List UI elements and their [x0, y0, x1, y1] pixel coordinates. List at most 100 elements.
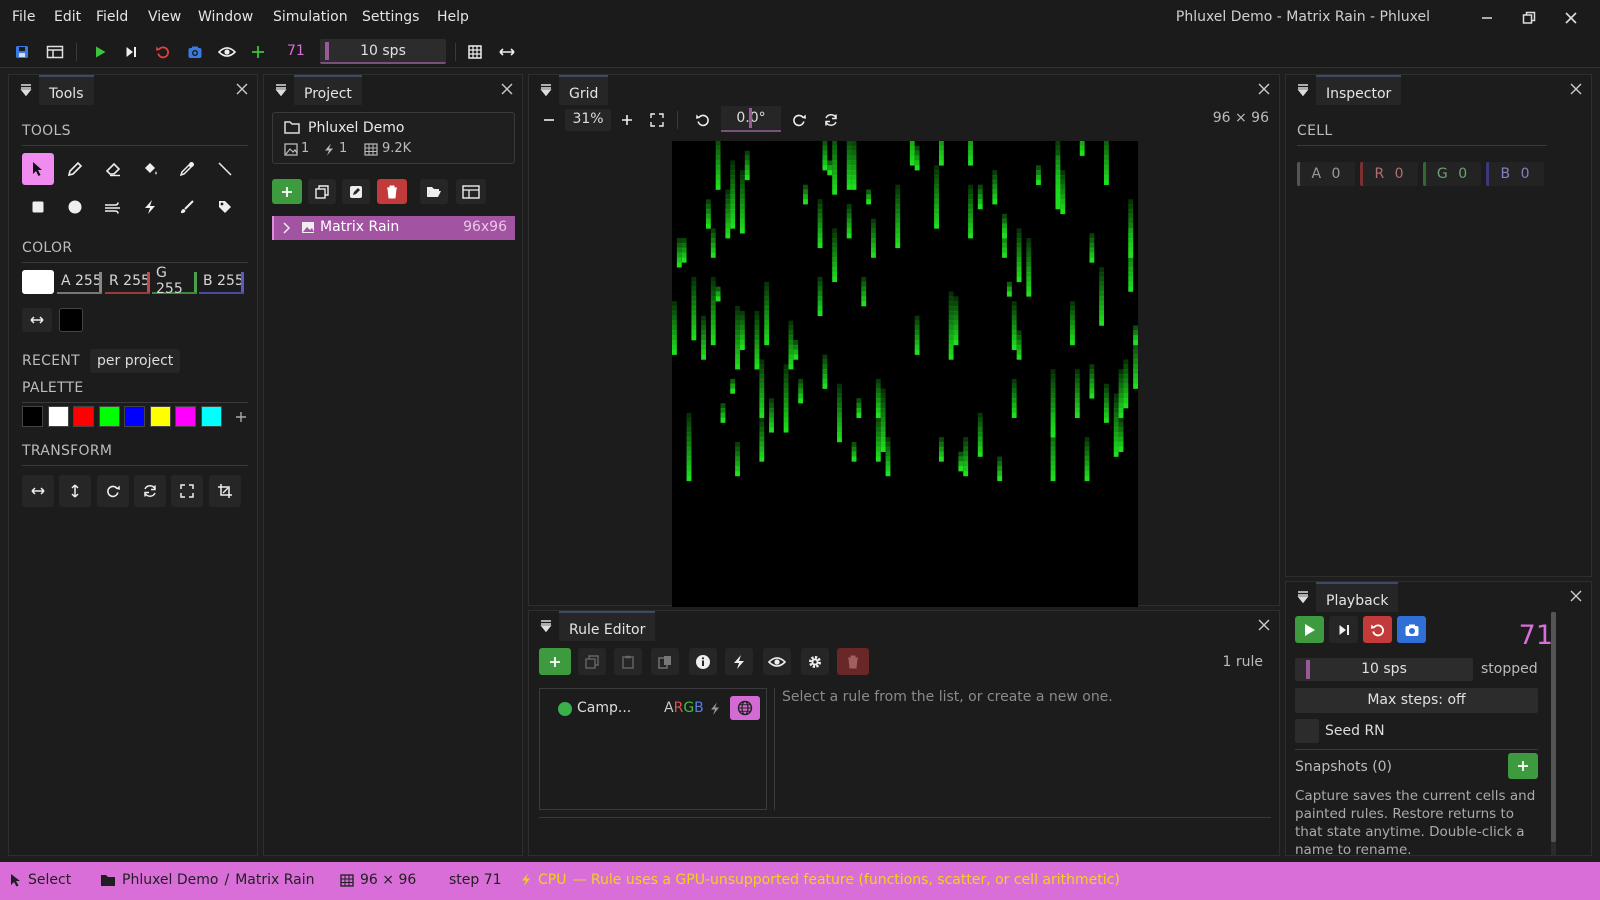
red-channel-field[interactable]: R 255: [105, 270, 150, 294]
add-snapshot-button[interactable]: [1508, 753, 1538, 779]
tag-tool[interactable]: [209, 191, 241, 223]
tab-inspector[interactable]: Inspector: [1316, 75, 1402, 105]
menu-window[interactable]: Window: [198, 9, 253, 25]
rotation-slider-handle[interactable]: [749, 108, 752, 128]
palette-swatch[interactable]: [149, 406, 171, 427]
tab-playback[interactable]: Playback: [1316, 582, 1399, 612]
playback-step-button[interactable]: [1329, 616, 1358, 643]
panel-menu-icon[interactable]: [539, 83, 553, 97]
alpha-channel-field[interactable]: A 255: [57, 270, 102, 294]
panel-menu-icon[interactable]: [274, 83, 288, 97]
zoom-out-button[interactable]: [537, 108, 561, 132]
project-card[interactable]: Phluxel Demo 1 1 9.2K: [272, 112, 515, 164]
tab-tools[interactable]: Tools: [39, 75, 94, 105]
close-icon[interactable]: [1257, 82, 1271, 96]
rectangle-tool[interactable]: [22, 191, 54, 223]
ellipse-tool[interactable]: [59, 191, 91, 223]
max-steps-field[interactable]: Max steps: off: [1295, 688, 1538, 713]
open-field-button[interactable]: [420, 179, 448, 204]
paste-rule-button[interactable]: [651, 648, 679, 675]
close-icon[interactable]: [235, 82, 249, 96]
close-icon[interactable]: [500, 82, 514, 96]
palette-swatch[interactable]: [175, 406, 196, 427]
rotate-cw-button[interactable]: [97, 475, 129, 507]
rule-preview-button[interactable]: [763, 648, 791, 675]
duplicate-rule-button[interactable]: [578, 648, 606, 675]
tab-rule-editor[interactable]: Rule Editor: [559, 611, 656, 641]
rule-paint-tool[interactable]: [134, 191, 166, 223]
save-as-button[interactable]: [43, 40, 67, 64]
playback-scrollbar[interactable]: [1551, 612, 1556, 855]
eraser-tool[interactable]: [97, 153, 129, 185]
delete-field-button[interactable]: [377, 179, 407, 204]
preview-button[interactable]: [215, 40, 239, 64]
panel-menu-icon[interactable]: [19, 83, 33, 97]
secondary-color-swatch[interactable]: [59, 308, 83, 332]
snapshot-button[interactable]: [183, 40, 207, 64]
primary-color-swatch[interactable]: [22, 270, 54, 294]
select-tool[interactable]: [22, 153, 54, 185]
recent-mode-toggle[interactable]: per project: [90, 349, 181, 373]
rule-trigger-button[interactable]: [725, 648, 753, 675]
minimize-button[interactable]: [1472, 6, 1502, 30]
menu-help[interactable]: Help: [437, 9, 469, 25]
close-icon[interactable]: [1569, 82, 1583, 96]
rule-scope-button[interactable]: [730, 696, 760, 720]
add-button[interactable]: [246, 40, 270, 64]
duplicate-field-button[interactable]: [308, 179, 336, 204]
green-channel-field[interactable]: G 255: [152, 265, 197, 297]
menu-view[interactable]: View: [148, 9, 181, 25]
pencil-tool[interactable]: [59, 153, 91, 185]
rotate-right-button[interactable]: [787, 108, 811, 132]
new-field-button[interactable]: [272, 179, 302, 204]
copy-rule-button[interactable]: [614, 648, 642, 675]
close-window-button[interactable]: [1556, 6, 1586, 30]
blue-channel-field[interactable]: B 255: [199, 270, 244, 294]
toolbar-speed-slider[interactable]: 10 sps: [320, 39, 446, 64]
rename-field-button[interactable]: [342, 179, 370, 204]
panel-menu-icon[interactable]: [539, 619, 553, 633]
fit-field-button[interactable]: [171, 475, 203, 507]
panel-menu-icon[interactable]: [1296, 83, 1310, 97]
playback-reset-button[interactable]: [1363, 616, 1392, 643]
palette-swatch[interactable]: [200, 406, 222, 427]
move-field-button[interactable]: [456, 179, 486, 204]
menu-field[interactable]: Field: [96, 9, 128, 25]
menu-file[interactable]: File: [12, 9, 35, 25]
fit-width-button[interactable]: [495, 40, 519, 64]
reset-view-button[interactable]: [819, 108, 843, 132]
zoom-in-button[interactable]: [615, 108, 639, 132]
add-palette-color-button[interactable]: [230, 406, 252, 428]
zoom-level-field[interactable]: 31%: [565, 109, 611, 131]
line-tool[interactable]: [209, 153, 241, 185]
palette-swatch[interactable]: [22, 406, 43, 427]
gradient-tool[interactable]: [97, 191, 129, 223]
rotate-180-button[interactable]: [134, 475, 166, 507]
reset-button[interactable]: [151, 40, 175, 64]
fit-to-view-button[interactable]: [645, 108, 669, 132]
playback-speed-slider[interactable]: 10 sps: [1295, 658, 1473, 681]
scrollbar-thumb[interactable]: [1551, 612, 1556, 842]
flip-horizontal-button[interactable]: [22, 475, 54, 507]
eyedropper-tool[interactable]: [171, 153, 203, 185]
tab-project[interactable]: Project: [294, 75, 362, 105]
save-button[interactable]: [10, 40, 34, 64]
close-icon[interactable]: [1257, 618, 1271, 632]
crop-button[interactable]: [209, 475, 241, 507]
fill-tool[interactable]: [134, 153, 166, 185]
rule-list-item[interactable]: Camp... ARGB: [540, 689, 766, 725]
delete-rule-button[interactable]: [837, 648, 869, 675]
grid-toggle-button[interactable]: [463, 40, 487, 64]
palette-swatch[interactable]: [73, 406, 94, 427]
play-button[interactable]: [88, 40, 112, 64]
palette-swatch[interactable]: [47, 406, 69, 427]
playback-snapshot-button[interactable]: [1397, 616, 1426, 643]
rotate-left-button[interactable]: [691, 108, 715, 132]
rule-info-button[interactable]: [689, 648, 717, 675]
add-rule-button[interactable]: [539, 648, 571, 675]
menu-simulation[interactable]: Simulation: [273, 9, 348, 25]
panel-menu-icon[interactable]: [1296, 590, 1310, 604]
playback-play-button[interactable]: [1295, 616, 1324, 643]
brush-tool[interactable]: [171, 191, 203, 223]
tab-grid[interactable]: Grid: [559, 75, 609, 105]
